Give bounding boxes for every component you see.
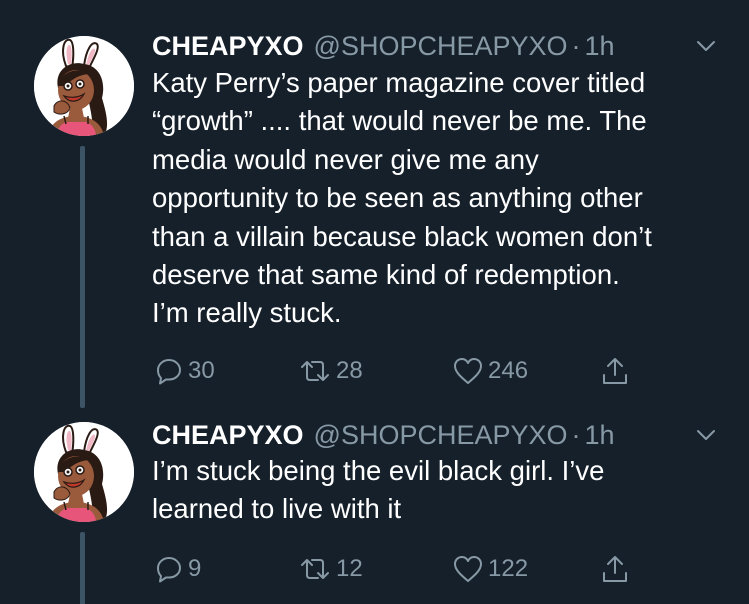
share-icon <box>603 358 627 384</box>
reply-button[interactable]: 9 <box>154 552 201 586</box>
like-button[interactable]: 246 <box>452 354 528 388</box>
timestamp[interactable]: 1h <box>585 420 615 451</box>
tweet-actions: 30 28 246 <box>152 354 712 388</box>
share-icon <box>603 556 627 582</box>
tweet-text-line: “growth” .... that would never be me. Th… <box>152 105 647 137</box>
chevron-down-icon[interactable] <box>695 427 717 443</box>
heart-icon <box>454 358 482 384</box>
reply-icon <box>157 359 181 385</box>
tweet-text: Katy Perry’s paper magazine cover titled… <box>152 64 732 333</box>
tweet-header: CHEAPYXO @SHOPCHEAPYXO · 1h <box>152 26 729 66</box>
like-count: 246 <box>488 357 529 384</box>
tweet[interactable]: CHEAPYXO @SHOPCHEAPYXO · 1h I’m stuck be… <box>0 400 749 604</box>
tweet-text-line: opportunity to be seen as anything other <box>152 182 643 214</box>
heart-icon <box>454 556 482 582</box>
tweet-header: CHEAPYXO @SHOPCHEAPYXO · 1h <box>152 415 729 455</box>
like-button[interactable]: 122 <box>452 552 528 586</box>
like-count: 122 <box>488 555 529 582</box>
retweet-icon <box>301 361 329 381</box>
separator-dot: · <box>571 419 581 450</box>
thread-line <box>80 532 85 604</box>
reply-count: 30 <box>188 357 215 384</box>
avatar[interactable] <box>34 36 134 136</box>
tweet-text-line: deserve that same kind of redemption. <box>152 259 620 291</box>
tweet-text-line: Katy Perry’s paper magazine cover titled <box>152 67 646 98</box>
retweet-icon <box>301 559 329 579</box>
reply-icon <box>157 557 181 583</box>
share-button[interactable] <box>600 552 630 586</box>
author-name[interactable]: CHEAPYXO <box>152 420 304 451</box>
author-name[interactable]: CHEAPYXO <box>152 31 304 62</box>
thread-line <box>80 146 85 408</box>
timestamp[interactable]: 1h <box>585 31 615 62</box>
tweet-text-line: learned to live with it <box>152 493 402 525</box>
tweet-text-line: than a villain because black women don’t <box>152 220 652 252</box>
share-button[interactable] <box>600 354 630 388</box>
bunny-ears-avatar-icon <box>34 422 134 522</box>
author-handle[interactable]: @SHOPCHEAPYXO <box>314 31 568 62</box>
reply-button[interactable]: 30 <box>154 354 215 388</box>
author-handle[interactable]: @SHOPCHEAPYXO <box>314 420 568 451</box>
avatar[interactable] <box>34 422 134 522</box>
tweet-actions: 9 12 122 <box>152 552 712 586</box>
retweet-count: 12 <box>336 555 363 582</box>
tweet-text-line: media would never give me any <box>152 143 539 175</box>
retweet-count: 28 <box>336 357 363 384</box>
reply-count: 9 <box>188 555 202 582</box>
tweet-text-line: I’m really stuck. <box>152 297 342 329</box>
separator-dot: · <box>571 30 581 61</box>
chevron-down-icon[interactable] <box>695 38 717 54</box>
retweet-button[interactable]: 28 <box>298 354 363 388</box>
tweet-text-line: I’m stuck being the evil black girl. I’v… <box>152 455 605 486</box>
tweet-text: I’m stuck being the evil black girl. I’v… <box>152 452 732 529</box>
bunny-ears-avatar-icon <box>34 36 134 136</box>
tweet[interactable]: CHEAPYXO @SHOPCHEAPYXO · 1h Katy Perry’s… <box>0 0 749 408</box>
retweet-button[interactable]: 12 <box>298 552 363 586</box>
